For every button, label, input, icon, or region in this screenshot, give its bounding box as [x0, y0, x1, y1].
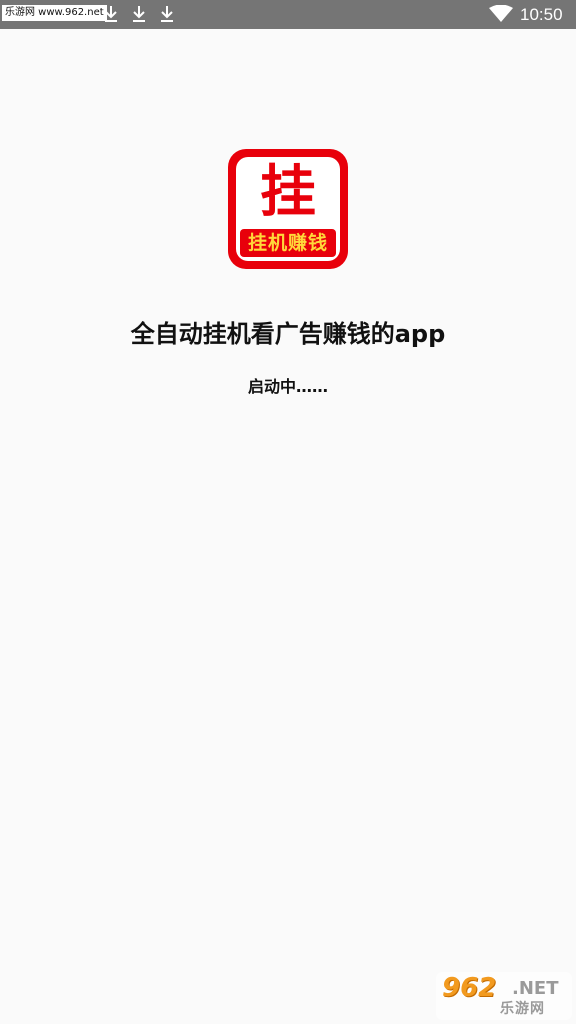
download-icon — [102, 4, 120, 24]
status-bar: 乐游网 www.962.net 10:50 — [0, 0, 576, 29]
download-icon — [158, 4, 176, 24]
watermark-number: 962 — [442, 973, 497, 1003]
watermark-suffix: .NET — [512, 978, 559, 999]
logo-banner: 挂机赚钱 — [240, 229, 336, 257]
corner-watermark: 962 .NET 乐游网 — [436, 972, 572, 1020]
wifi-icon — [489, 4, 513, 23]
site-watermark: 乐游网 www.962.net — [2, 5, 107, 21]
status-clock: 10:50 — [520, 5, 563, 24]
watermark-name: 乐游网 — [500, 1001, 545, 1017]
download-icon — [130, 4, 148, 24]
app-logo: 挂 挂机赚钱 — [228, 149, 348, 269]
app-logo-inner: 挂 挂机赚钱 — [236, 157, 340, 261]
splash-screen: 乐游网 www.962.net 10:50 挂 挂机赚钱 全自动挂机看广告赚钱的… — [0, 0, 576, 1024]
app-title: 全自动挂机看广告赚钱的app — [130, 320, 446, 348]
loading-text: 启动中…… — [247, 377, 328, 396]
logo-character: 挂 — [260, 160, 316, 225]
